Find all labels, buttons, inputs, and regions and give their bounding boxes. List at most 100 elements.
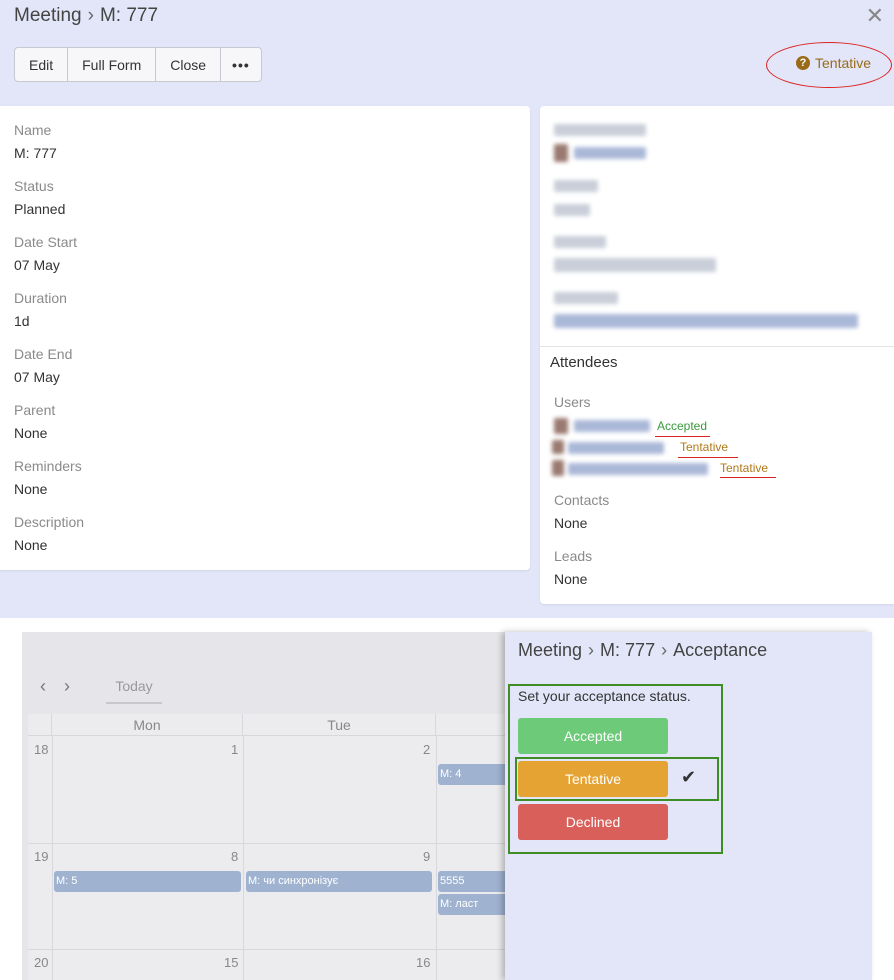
redacted-avatar: [552, 460, 564, 476]
field-status: Status Planned: [14, 178, 65, 217]
leads-label: Leads: [554, 548, 593, 564]
question-circle-icon: ?: [796, 56, 810, 70]
breadcrumb-entity-link[interactable]: Meeting: [14, 5, 82, 26]
field-value: Planned: [14, 201, 66, 217]
acceptance-breadcrumb: Meeting › M: 777 › Acceptance: [518, 640, 767, 661]
acceptance-prompt: Set your acceptance status.: [518, 688, 691, 704]
calendar-event[interactable]: 5555: [438, 871, 512, 892]
detail-panel: Name M: 777 Status Planned Date Start 07…: [0, 106, 530, 570]
record-view: Meeting › M: 777 ✕ Edit Full Form Close ••…: [0, 0, 894, 618]
grid-line: [28, 949, 512, 950]
redacted-user[interactable]: [574, 420, 650, 432]
grid-line: [243, 736, 244, 980]
calendar-event[interactable]: M: 5: [54, 871, 241, 892]
field-date-start: Date Start 07 May: [14, 234, 77, 273]
acceptance-status-link[interactable]: ? Tentative: [796, 55, 871, 71]
contacts-label: Contacts: [554, 492, 610, 508]
more-actions-button[interactable]: •••: [221, 48, 261, 81]
week-number: 18: [34, 742, 49, 757]
action-button-group: Edit Full Form Close •••: [14, 47, 262, 82]
full-form-button[interactable]: Full Form: [68, 48, 157, 81]
checkmark-icon: ✔: [681, 767, 697, 787]
week-number: 20: [34, 955, 49, 970]
red-underline: [655, 436, 710, 437]
divider: [540, 346, 894, 347]
today-button[interactable]: Today: [106, 678, 162, 704]
calendar-event[interactable]: M: чи синхронізує: [246, 871, 432, 892]
field-value: None: [14, 425, 48, 441]
redacted-value: [554, 204, 590, 216]
redacted-value: [554, 258, 716, 272]
breadcrumb-separator: ›: [87, 5, 94, 26]
field-value: 1d: [14, 313, 30, 329]
attendees-title: Attendees: [550, 354, 618, 371]
breadcrumb-separator: ›: [588, 640, 595, 660]
field-label: Name: [14, 122, 52, 138]
field-parent: Parent None: [14, 402, 55, 441]
user-status-tentative: Tentative: [720, 461, 769, 475]
day-number: 9: [423, 849, 431, 864]
day-header-mon: Mon: [52, 714, 243, 736]
field-name: Name M: 777: [14, 122, 57, 161]
day-header-wed: [436, 714, 512, 736]
calendar-background: ‹ › Today Mon Tue 18 19 20 1 2 8 9 15 16…: [22, 632, 512, 980]
close-icon[interactable]: ✕: [866, 3, 884, 29]
breadcrumb-separator: ›: [661, 640, 668, 660]
field-description: Description None: [14, 514, 84, 553]
field-value: 07 May: [14, 257, 60, 273]
field-label: Parent: [14, 402, 56, 418]
redacted-label: [554, 180, 598, 192]
declined-button[interactable]: Declined: [518, 804, 668, 840]
redacted-avatar: [552, 440, 564, 454]
field-label: Date Start: [14, 234, 78, 250]
day-number: 8: [231, 849, 239, 864]
red-underline: [720, 477, 776, 478]
breadcrumb: Meeting › M: 777: [14, 5, 158, 27]
accepted-button[interactable]: Accepted: [518, 718, 668, 754]
acceptance-panel: Meeting › M: 777 › Acceptance Set your accep…: [505, 632, 872, 980]
user-status-accepted: Accepted: [657, 419, 708, 433]
breadcrumb-entity-link[interactable]: Meeting: [518, 640, 582, 660]
day-number: 16: [416, 955, 431, 970]
redacted-user[interactable]: [568, 463, 708, 475]
side-panel: Attendees Users Accepted Tentative Tenta…: [540, 106, 894, 604]
week-number-header: [28, 714, 52, 736]
calendar-event[interactable]: M: ласт: [438, 894, 512, 915]
grid-line: [436, 736, 437, 980]
contacts-value: None: [554, 515, 588, 531]
breadcrumb-record: M: 777: [99, 5, 159, 26]
field-label: Status: [14, 178, 54, 194]
close-button[interactable]: Close: [156, 48, 222, 81]
day-header-tue: Tue: [243, 714, 436, 736]
field-duration: Duration 1d: [14, 290, 67, 329]
leads-value: None: [554, 571, 588, 587]
day-number: 2: [423, 742, 431, 757]
redacted-label: [554, 124, 646, 136]
redacted-avatar: [554, 144, 568, 162]
field-label: Description: [14, 514, 85, 530]
redacted-user[interactable]: [568, 442, 664, 454]
acceptance-status-label: Tentative: [815, 55, 872, 71]
user-status-tentative: Tentative: [680, 440, 729, 454]
grid-line: [28, 843, 512, 844]
breadcrumb-page: Acceptance: [673, 640, 768, 660]
field-label: Duration: [14, 290, 67, 306]
field-value: None: [14, 481, 48, 497]
week-number: 19: [34, 849, 49, 864]
calendar-event[interactable]: M: 4: [438, 764, 512, 785]
redacted-label: [554, 292, 618, 304]
field-value: 07 May: [14, 369, 60, 385]
redacted-value: [554, 314, 858, 328]
breadcrumb-record-link[interactable]: M: 777: [600, 640, 655, 660]
grid-line: [52, 736, 53, 980]
day-number: 15: [224, 955, 239, 970]
chevron-right-icon[interactable]: ›: [64, 676, 70, 697]
red-underline: [678, 457, 738, 458]
field-value: None: [14, 537, 48, 553]
field-date-end: Date End 07 May: [14, 346, 72, 385]
chevron-left-icon[interactable]: ‹: [40, 676, 46, 697]
users-label: Users: [554, 394, 591, 410]
redacted-label: [554, 236, 606, 248]
redacted-link: [574, 147, 646, 159]
edit-button[interactable]: Edit: [15, 48, 69, 81]
